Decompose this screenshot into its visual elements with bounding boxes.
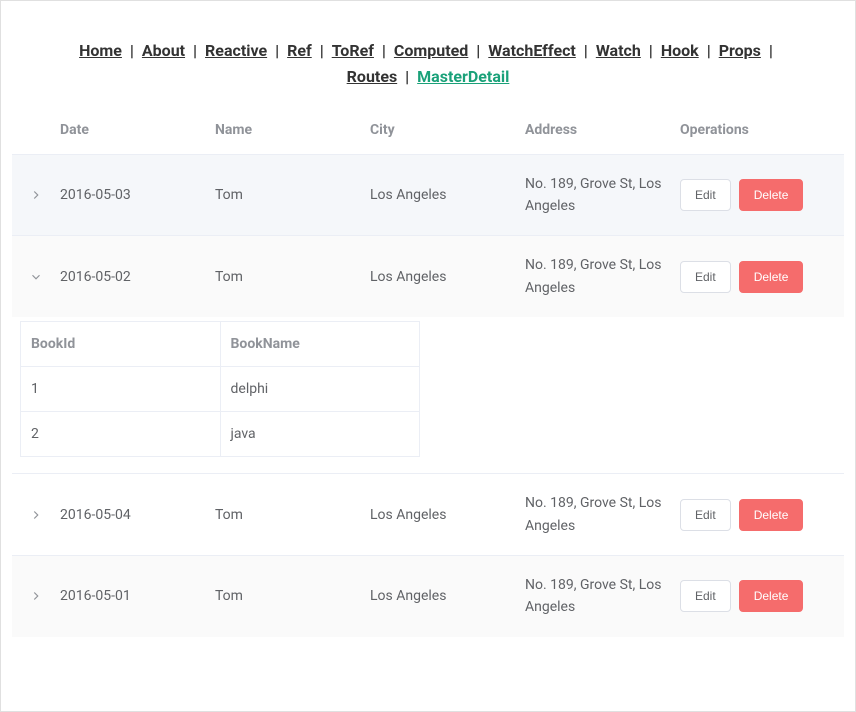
cell-name: Tom xyxy=(215,588,370,604)
nav-separator: | xyxy=(185,41,205,60)
nav-separator: | xyxy=(576,41,596,60)
cell-date: 2016-05-04 xyxy=(60,507,215,523)
delete-button[interactable]: Delete xyxy=(739,179,804,211)
detail-col-bookid: BookId xyxy=(21,322,221,366)
nav-separator: | xyxy=(761,41,777,60)
cell-city: Los Angeles xyxy=(370,269,525,285)
edit-button[interactable]: Edit xyxy=(680,499,731,531)
nav-separator: | xyxy=(267,41,287,60)
chevron-right-icon[interactable] xyxy=(29,188,43,202)
nav-separator: | xyxy=(122,41,142,60)
col-header-date: Date xyxy=(60,122,215,138)
detail-col-bookname: BookName xyxy=(221,322,420,366)
nav-separator: | xyxy=(699,41,719,60)
cell-date: 2016-05-01 xyxy=(60,588,215,604)
edit-button[interactable]: Edit xyxy=(680,179,731,211)
table-row: 2016-05-02TomLos AngelesNo. 189, Grove S… xyxy=(12,235,844,317)
nav-separator: | xyxy=(468,41,488,60)
nav-separator: | xyxy=(374,41,394,60)
detail-row: 2java xyxy=(21,411,419,456)
nav-link-computed[interactable]: Computed xyxy=(394,41,468,60)
nav-separator: | xyxy=(397,67,417,86)
cell-name: Tom xyxy=(215,187,370,203)
delete-button[interactable]: Delete xyxy=(739,261,804,293)
col-header-name: Name xyxy=(215,122,370,138)
detail-table: BookIdBookName1delphi2java xyxy=(20,321,420,457)
cell-date: 2016-05-02 xyxy=(60,269,215,285)
cell-address: No. 189, Grove St, Los Angeles xyxy=(525,173,680,218)
col-header-operations: Operations xyxy=(680,122,844,138)
cell-operations: EditDelete xyxy=(680,580,844,612)
cell-address: No. 189, Grove St, Los Angeles xyxy=(525,254,680,299)
nav-link-routes[interactable]: Routes xyxy=(347,67,398,86)
page-scroll[interactable]: Home | About | Reactive | Ref | ToRef | … xyxy=(2,2,854,710)
nav-link-ref[interactable]: Ref xyxy=(287,41,312,60)
table-row: 2016-05-03TomLos AngelesNo. 189, Grove S… xyxy=(12,154,844,236)
master-table: Date Name City Address Operations 2016-0… xyxy=(12,107,844,637)
delete-button[interactable]: Delete xyxy=(739,580,804,612)
nav-link-hook[interactable]: Hook xyxy=(661,41,699,60)
nav-link-watcheffect[interactable]: WatchEffect xyxy=(488,41,576,60)
cell-date: 2016-05-03 xyxy=(60,187,215,203)
nav-separator: | xyxy=(641,41,661,60)
nav-link-masterdetail[interactable]: MasterDetail xyxy=(417,67,509,86)
col-header-city: City xyxy=(370,122,525,138)
table-header: Date Name City Address Operations xyxy=(12,107,844,153)
cell-operations: EditDelete xyxy=(680,261,844,293)
nav-link-about[interactable]: About xyxy=(142,41,185,60)
cell-name: Tom xyxy=(215,269,370,285)
delete-button[interactable]: Delete xyxy=(739,499,804,531)
detail-cell-bookname: delphi xyxy=(221,367,420,411)
table-row: 2016-05-01TomLos AngelesNo. 189, Grove S… xyxy=(12,555,844,637)
cell-city: Los Angeles xyxy=(370,588,525,604)
nav-link-reactive[interactable]: Reactive xyxy=(205,41,267,60)
nav-link-toref[interactable]: ToRef xyxy=(332,41,374,60)
cell-city: Los Angeles xyxy=(370,187,525,203)
chevron-down-icon[interactable] xyxy=(29,270,43,284)
cell-name: Tom xyxy=(215,507,370,523)
nav-link-props[interactable]: Props xyxy=(719,41,761,60)
chevron-right-icon[interactable] xyxy=(29,589,43,603)
edit-button[interactable]: Edit xyxy=(680,580,731,612)
cell-operations: EditDelete xyxy=(680,179,844,211)
cell-address: No. 189, Grove St, Los Angeles xyxy=(525,492,680,537)
col-header-address: Address xyxy=(525,119,680,141)
detail-cell-bookname: java xyxy=(221,412,420,456)
nav-link-watch[interactable]: Watch xyxy=(596,41,641,60)
nav-separator: | xyxy=(312,41,332,60)
cell-city: Los Angeles xyxy=(370,507,525,523)
cell-address: No. 189, Grove St, Los Angeles xyxy=(525,574,680,619)
edit-button[interactable]: Edit xyxy=(680,261,731,293)
top-nav: Home | About | Reactive | Ref | ToRef | … xyxy=(12,2,844,107)
detail-row: 1delphi xyxy=(21,366,419,411)
cell-operations: EditDelete xyxy=(680,499,844,531)
table-row: 2016-05-04TomLos AngelesNo. 189, Grove S… xyxy=(12,473,844,555)
detail-cell-bookid: 1 xyxy=(21,367,221,411)
nav-link-home[interactable]: Home xyxy=(79,41,122,60)
chevron-right-icon[interactable] xyxy=(29,508,43,522)
detail-cell-bookid: 2 xyxy=(21,412,221,456)
